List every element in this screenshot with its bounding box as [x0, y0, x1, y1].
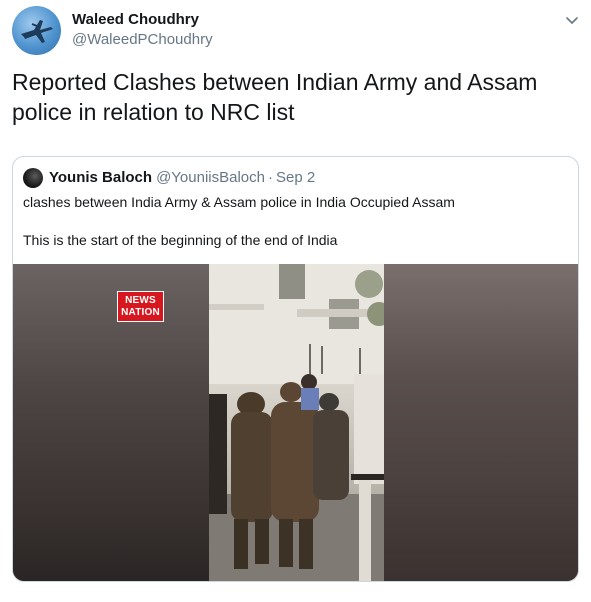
quoted-handle[interactable]: @YouniisBaloch — [156, 169, 265, 186]
author-handle[interactable]: @WaleedPChoudhry — [72, 31, 213, 48]
avatar[interactable] — [12, 6, 61, 55]
jet-fighter-icon — [21, 20, 53, 43]
quoted-header: Younis Baloch @YouniisBaloch · Sep 2 — [49, 169, 315, 186]
separator-dot: · — [268, 169, 273, 186]
quoted-display-name[interactable]: Younis Baloch — [49, 169, 152, 186]
quoted-date[interactable]: Sep 2 — [276, 169, 315, 186]
quoted-text-line-1: clashes between India Army & Assam polic… — [23, 194, 455, 210]
video-blur-left — [13, 264, 209, 581]
news-nation-logo: NEWS NATION — [117, 291, 164, 322]
tweet-card: Waleed Choudhry @WaleedPChoudhry Reporte… — [0, 0, 591, 602]
video-frame — [209, 264, 384, 581]
quoted-text-line-2: This is the start of the beginning of th… — [23, 232, 338, 248]
quoted-tweet[interactable]: Younis Baloch @YouniisBaloch · Sep 2 clashe… — [12, 156, 579, 582]
video-blur-right — [384, 264, 578, 581]
tweet-text: Reported Clashes between Indian Army and… — [12, 69, 538, 125]
badge-line-1: NEWS — [125, 295, 156, 306]
badge-line-2: NATION — [121, 307, 160, 318]
chevron-down-icon[interactable] — [564, 12, 580, 28]
author-display-name[interactable]: Waleed Choudhry — [72, 11, 199, 28]
video-player[interactable]: NEWS NATION — [13, 264, 578, 581]
quoted-avatar[interactable] — [23, 168, 43, 188]
